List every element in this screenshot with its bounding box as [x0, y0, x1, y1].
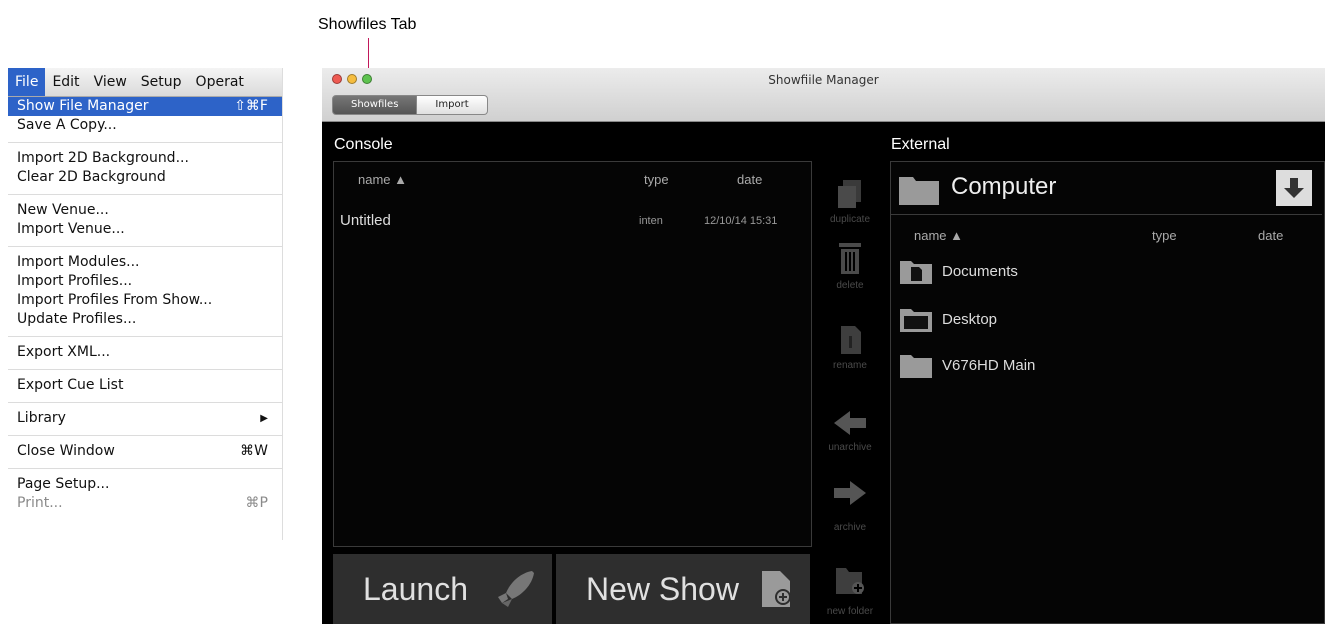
menu-separator — [8, 468, 282, 469]
console-file-list[interactable]: name ▲ type date Untitled inten 12/10/14… — [333, 161, 812, 547]
list-item[interactable]: V676HD Main — [900, 352, 1035, 378]
duplicate-button[interactable]: duplicate — [814, 178, 886, 225]
column-header-name[interactable]: name ▲ — [358, 172, 407, 187]
menubar-view[interactable]: View — [87, 74, 134, 90]
arrow-left-icon — [834, 411, 866, 435]
unarchive-button[interactable]: unarchive — [814, 408, 886, 453]
menu-separator — [8, 246, 282, 247]
tab-bar: Showfiles Import — [332, 95, 488, 115]
documents-folder-icon — [900, 261, 932, 284]
rename-icon — [841, 326, 861, 354]
location-label: Computer — [951, 173, 1057, 200]
arrow-right-icon — [834, 481, 866, 505]
tab-showfiles[interactable]: Showfiles — [332, 95, 418, 115]
menu-item-close-window[interactable]: Close Window ⌘W — [8, 442, 282, 461]
file-menu: File Edit View Setup Operat Show File Ma… — [8, 68, 283, 540]
new-show-button[interactable]: New Show — [556, 554, 810, 624]
ext-column-header-type[interactable]: type — [1152, 228, 1177, 243]
archive-button[interactable]: archive — [814, 478, 886, 533]
arrow-down-icon — [1284, 178, 1304, 198]
menu-item-export-xml[interactable]: Export XML... — [8, 343, 282, 362]
column-header-type[interactable]: type — [644, 172, 669, 187]
menu-item-update-profiles[interactable]: Update Profiles... — [8, 310, 282, 329]
menu-item-page-setup[interactable]: Page Setup... — [8, 475, 282, 494]
list-item[interactable]: Documents — [900, 258, 1018, 284]
list-item[interactable]: Desktop — [900, 306, 997, 332]
menu-separator — [8, 369, 282, 370]
window-titlebar: Showfiile Manager Showfiles Import — [322, 68, 1325, 122]
menu-item-library[interactable]: Library ▶ — [8, 409, 282, 428]
folder-icon[interactable] — [899, 173, 941, 205]
location-bar: Computer — [891, 162, 1322, 215]
menu-item-import-profiles[interactable]: Import Profiles... — [8, 272, 282, 291]
menu-item-import-profiles-from-show[interactable]: Import Profiles From Show... — [8, 291, 282, 310]
menubar-operat[interactable]: Operat — [189, 74, 251, 90]
new-folder-button[interactable]: new folder — [814, 562, 886, 617]
showfile-manager-window: Showfiile Manager Showfiles Import Conso… — [322, 68, 1325, 624]
menu-separator — [8, 402, 282, 403]
row-type: inten — [639, 215, 663, 227]
new-folder-icon — [836, 568, 864, 594]
menu-item-show-file-manager[interactable]: Show File Manager ⇧⌘F — [8, 97, 282, 116]
menu-item-new-venue[interactable]: New Venue... — [8, 201, 282, 220]
menu-separator — [8, 142, 282, 143]
menu-item-import-modules[interactable]: Import Modules... — [8, 253, 282, 272]
rocket-icon — [498, 571, 534, 607]
menu-item-import-2d-background[interactable]: Import 2D Background... — [8, 149, 282, 168]
callout-label: Showfiles Tab — [318, 16, 417, 33]
menu-item-print[interactable]: Print... ⌘P — [8, 494, 282, 513]
folder-icon — [900, 355, 932, 378]
tab-import[interactable]: Import — [417, 95, 488, 115]
new-document-icon — [762, 571, 791, 607]
rename-button[interactable]: rename — [814, 324, 886, 371]
desktop-folder-icon — [900, 309, 932, 332]
menu-separator — [8, 336, 282, 337]
menubar-file[interactable]: File — [8, 68, 46, 96]
column-header-date[interactable]: date — [737, 172, 762, 187]
sort-ascending-icon: ▲ — [950, 228, 964, 243]
menubar-setup[interactable]: Setup — [134, 74, 189, 90]
delete-button[interactable]: delete — [814, 240, 886, 291]
ext-column-header-date[interactable]: date — [1258, 228, 1283, 243]
menu-separator — [8, 194, 282, 195]
submenu-arrow-icon: ▶ — [260, 413, 268, 424]
console-heading: Console — [334, 136, 393, 153]
menu-item-clear-2d-background[interactable]: Clear 2D Background — [8, 168, 282, 187]
menu-item-import-venue[interactable]: Import Venue... — [8, 220, 282, 239]
external-heading: External — [891, 136, 950, 153]
launch-button[interactable]: Launch — [333, 554, 552, 624]
menu-separator — [8, 435, 282, 436]
menu-item-save-a-copy[interactable]: Save A Copy... — [8, 116, 282, 135]
window-title: Showfiile Manager — [768, 73, 879, 87]
location-dropdown-button[interactable] — [1276, 170, 1312, 206]
menu-item-export-cue-list[interactable]: Export Cue List — [8, 376, 282, 395]
sort-ascending-icon: ▲ — [394, 172, 408, 187]
duplicate-icon — [838, 180, 861, 208]
row-date: 12/10/14 15:31 — [704, 215, 778, 227]
row-name: Untitled — [340, 212, 391, 229]
menubar-edit[interactable]: Edit — [45, 74, 86, 90]
menubar: File Edit View Setup Operat — [8, 68, 282, 97]
ext-column-header-name[interactable]: name ▲ — [914, 228, 963, 243]
trash-icon — [839, 243, 861, 274]
